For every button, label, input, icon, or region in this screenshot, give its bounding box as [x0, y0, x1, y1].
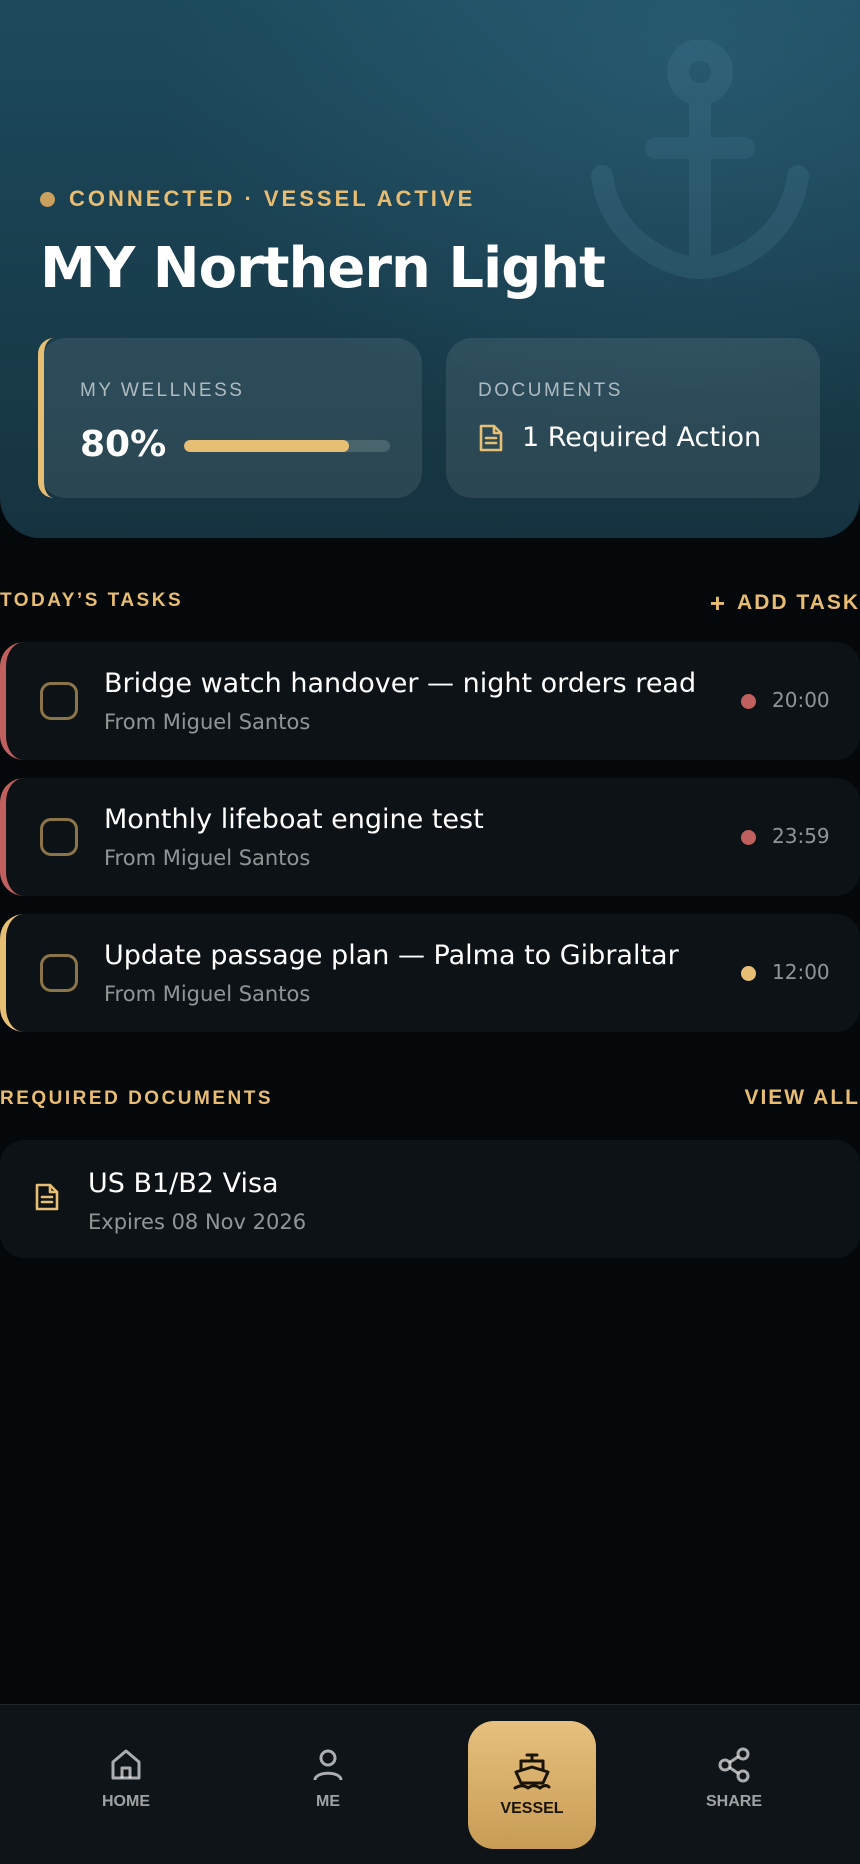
home-icon	[111, 1749, 141, 1780]
documents-card[interactable]: DOCUMENTS 1 Required Action	[446, 338, 820, 498]
task-assigner: From Miguel Santos	[104, 710, 311, 734]
vessel-hero: CONNECTED · VESSEL ACTIVE MY Northern Li…	[0, 0, 860, 538]
task-checkbox[interactable]	[40, 818, 78, 856]
nav-vessel[interactable]: VESSEL	[468, 1721, 596, 1849]
task-title: Monthly lifeboat engine test	[104, 804, 484, 835]
document-title: US B1/B2 Visa	[88, 1168, 279, 1199]
documents-section-title: REQUIRED DOCUMENTS	[0, 1088, 274, 1109]
tasks-section-title: TODAY’S TASKS	[0, 590, 184, 611]
nav-me[interactable]: ME	[268, 1747, 388, 1811]
nav-home-label: HOME	[102, 1793, 150, 1810]
task-item[interactable]: Bridge watch handover — night orders rea…	[0, 642, 860, 760]
wellness-progress-fill	[184, 440, 349, 452]
wellness-progress-bar	[184, 440, 390, 452]
ship-icon	[513, 1753, 551, 1790]
nav-home[interactable]: HOME	[66, 1747, 186, 1811]
task-checkbox[interactable]	[40, 954, 78, 992]
task-due-time: 23:59	[772, 824, 830, 848]
view-all-button[interactable]: VIEW ALL	[744, 1086, 860, 1110]
task-status-dot	[741, 694, 756, 709]
add-task-button[interactable]: + ADD TASK	[710, 590, 860, 616]
bottom-nav: HOME ME VESSEL SHARE	[0, 1704, 860, 1864]
task-priority-bar	[0, 914, 26, 1032]
add-task-label: ADD TASK	[737, 591, 860, 614]
share-icon	[718, 1747, 750, 1783]
task-assigner: From Miguel Santos	[104, 846, 311, 870]
task-checkbox[interactable]	[40, 682, 78, 720]
task-due-time: 12:00	[772, 960, 830, 984]
wellness-value: 80%	[80, 424, 167, 465]
status-dot	[40, 191, 55, 207]
nav-share-label: SHARE	[705, 1793, 762, 1810]
vessel-screen: CONNECTED · VESSEL ACTIVE MY Northern Li…	[0, 0, 860, 1864]
task-item[interactable]: Monthly lifeboat engine test From Miguel…	[0, 778, 860, 896]
document-expiry: Expires 08 Nov 2026	[88, 1210, 307, 1234]
task-status-dot	[741, 966, 756, 981]
document-icon	[479, 424, 503, 451]
plus-icon: +	[709, 588, 728, 618]
documents-label: DOCUMENTS	[478, 380, 623, 401]
wellness-label: MY WELLNESS	[80, 380, 245, 401]
user-icon	[313, 1749, 343, 1781]
documents-action-text: 1 Required Action	[522, 422, 762, 453]
document-icon	[35, 1183, 59, 1211]
nav-share[interactable]: SHARE	[674, 1747, 794, 1811]
document-item[interactable]: US B1/B2 Visa Expires 08 Nov 2026	[0, 1140, 860, 1258]
task-priority-bar	[0, 778, 26, 896]
task-item[interactable]: Update passage plan — Palma to Gibraltar…	[0, 914, 860, 1032]
task-assigner: From Miguel Santos	[104, 982, 311, 1006]
task-title: Bridge watch handover — night orders rea…	[104, 668, 697, 699]
wellness-card[interactable]: MY WELLNESS 80%	[38, 338, 422, 498]
nav-vessel-label: VESSEL	[500, 1800, 564, 1817]
task-title: Update passage plan — Palma to Gibraltar	[104, 940, 679, 971]
vessel-name: MY Northern Light	[40, 236, 606, 301]
connection-status: CONNECTED · VESSEL ACTIVE	[40, 186, 475, 212]
task-due-time: 20:00	[772, 688, 830, 712]
anchor-icon	[591, 40, 809, 279]
task-status-dot	[741, 830, 756, 845]
status-text: CONNECTED · VESSEL ACTIVE	[69, 186, 476, 211]
task-priority-bar	[0, 642, 26, 760]
nav-me-label: ME	[316, 1793, 340, 1810]
